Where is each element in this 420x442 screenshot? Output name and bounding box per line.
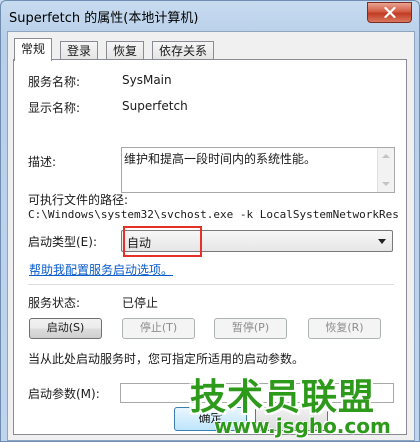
start-params-label: 启动参数(M): xyxy=(28,387,100,401)
display-name-value: Superfetch xyxy=(122,99,188,113)
close-icon xyxy=(383,7,396,18)
close-button[interactable] xyxy=(367,2,412,23)
stop-button[interactable]: 停止(T) xyxy=(122,318,195,339)
status-label: 服务状态: xyxy=(28,296,81,310)
tab-logon[interactable]: 登录 xyxy=(60,41,99,60)
path-value: C:\Windows\system32\svchost.exe -k Local… xyxy=(28,208,398,221)
scroll-down-icon[interactable] xyxy=(382,182,390,186)
title-bar[interactable]: Superfetch 的属性(本地计算机) xyxy=(1,1,419,29)
path-label: 可执行文件的路径: xyxy=(28,193,129,207)
start-button[interactable]: 启动(S) xyxy=(29,318,102,339)
window-title: Superfetch 的属性(本地计算机) xyxy=(9,11,199,26)
description-box[interactable]: 维护和提高一段时间内的系统性能。 xyxy=(121,147,395,193)
service-name-value: SysMain xyxy=(122,73,172,87)
watermark-text: 技术员联盟 xyxy=(190,377,376,418)
chevron-down-icon xyxy=(378,239,386,244)
status-value: 已停止 xyxy=(122,296,159,310)
resume-button[interactable]: 恢复(R) xyxy=(308,318,381,339)
pause-button[interactable]: 暂停(P) xyxy=(214,318,287,339)
help-link[interactable]: 帮助我配置服务启动选项。 xyxy=(29,261,173,278)
watermark-url: www.jsgho.com xyxy=(214,414,391,438)
display-name-label: 显示名称: xyxy=(28,101,81,115)
scroll-up-icon[interactable] xyxy=(382,154,390,158)
watermark-logo: 技术员联盟 www.jsgho.com xyxy=(190,368,416,440)
tab-general[interactable]: 常规 xyxy=(14,38,53,61)
description-text: 维护和提高一段时间内的系统性能。 xyxy=(124,152,317,166)
separator xyxy=(28,284,394,285)
startup-type-label: 启动类型(E): xyxy=(28,235,97,249)
description-scrollbar[interactable] xyxy=(377,148,394,192)
tab-dependencies[interactable]: 依存关系 xyxy=(152,41,215,60)
start-params-hint: 当从此处启动服务时，您可指定所适用的启动参数。 xyxy=(28,352,305,366)
startup-type-value: 自动 xyxy=(127,236,152,250)
startup-type-select[interactable]: 自动 xyxy=(121,230,393,252)
tab-recovery[interactable]: 恢复 xyxy=(106,41,145,60)
service-name-label: 服务名称: xyxy=(28,75,81,89)
description-label: 描述: xyxy=(28,155,57,169)
